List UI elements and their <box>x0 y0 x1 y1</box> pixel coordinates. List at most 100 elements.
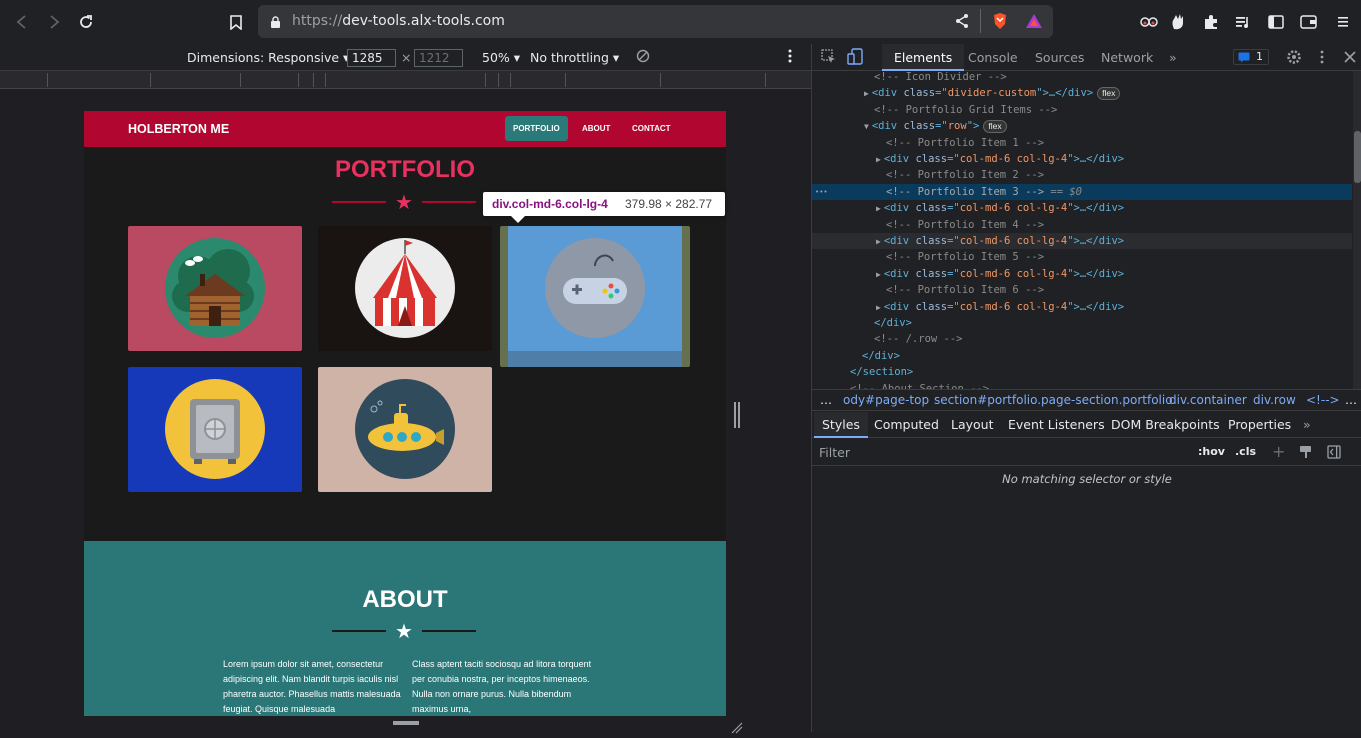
tab-layout[interactable]: Layout <box>951 417 994 432</box>
forward-arrow-icon[interactable] <box>38 6 70 38</box>
tab-console[interactable]: Console <box>968 50 1018 65</box>
dom-tree-line[interactable]: <!-- Portfolio Item 6 --> <box>812 282 1352 298</box>
dom-line-more-dots[interactable]: ••• <box>815 184 828 200</box>
breadcrumb-overflow[interactable]: … <box>1345 393 1357 407</box>
paint-icon[interactable] <box>1299 445 1313 462</box>
address-bar[interactable]: https://dev-tools.alx-tools.com <box>258 5 1053 38</box>
portfolio-item-safe[interactable] <box>128 367 302 492</box>
settings-gear-icon[interactable] <box>1286 49 1302 68</box>
dom-tree-scrollbar-thumb[interactable] <box>1354 131 1361 183</box>
breadcrumb: … ody#page-top section#portfolio.page-se… <box>812 389 1361 411</box>
back-arrow-icon[interactable] <box>6 6 38 38</box>
dom-tree-line[interactable]: </div> <box>812 348 1352 364</box>
tab-elements[interactable]: Elements <box>882 44 965 71</box>
expand-triangle-icon[interactable]: ▶ <box>876 204 881 213</box>
dom-tree-line[interactable]: <!-- Icon Divider --> <box>812 71 1352 85</box>
more-options-icon[interactable] <box>788 48 792 67</box>
breadcrumb-container[interactable]: div.container <box>1169 393 1247 407</box>
nav-portfolio-link[interactable]: PORTFOLIO <box>505 116 568 141</box>
expand-triangle-icon[interactable]: ▼ <box>864 122 869 131</box>
zoom-dropdown[interactable]: 50% ▾ <box>482 50 520 65</box>
dom-tree[interactable]: <!-- Icon Divider --> ▶ <div class="divide… <box>812 71 1361 389</box>
dom-tree-line[interactable]: </section> <box>812 364 1352 380</box>
brave-shield-icon[interactable] <box>992 12 1008 34</box>
brave-rewards-icon[interactable] <box>1025 13 1043 33</box>
dom-tree-line[interactable]: ▶ <div class="divider-custom">…</div> flex <box>812 85 1352 101</box>
dom-tree-line[interactable]: ▶ <div class="col-md-6 col-lg-4">…</div> <box>812 233 1352 249</box>
tab-computed[interactable]: Computed <box>874 417 939 432</box>
dom-tree-line[interactable]: ▶ <div class="col-md-6 col-lg-4">…</div> <box>812 266 1352 282</box>
expand-triangle-icon[interactable]: ▶ <box>876 237 881 246</box>
breadcrumb-ellipsis[interactable]: … <box>820 393 832 407</box>
expand-triangle-icon[interactable]: ▶ <box>876 303 881 312</box>
bottom-resize-handle[interactable] <box>393 721 419 725</box>
expand-triangle-icon[interactable]: ▶ <box>876 155 881 164</box>
tab-styles-more[interactable]: » <box>1303 417 1311 432</box>
site-brand[interactable]: HOLBERTON ME <box>128 122 229 136</box>
dom-tree-line[interactable]: <!-- Portfolio Item 5 --> <box>812 249 1352 265</box>
tab-sources[interactable]: Sources <box>1035 50 1084 65</box>
dom-tree-line[interactable]: </div> <box>812 315 1352 331</box>
hov-toggle[interactable]: :hov <box>1198 445 1225 458</box>
sidebar-icon[interactable] <box>1265 11 1287 33</box>
dom-tree-line[interactable]: <!-- Portfolio Item 1 --> <box>812 135 1352 151</box>
inspect-element-icon[interactable] <box>821 49 837 68</box>
width-input[interactable]: 1285 <box>347 49 396 67</box>
portfolio-item-game-highlighted[interactable] <box>500 226 690 367</box>
extension-icon[interactable] <box>1138 11 1160 33</box>
tab-network[interactable]: Network <box>1101 50 1153 65</box>
bookmark-icon[interactable] <box>220 6 252 38</box>
height-input[interactable]: 1212 <box>414 49 463 67</box>
dom-tree-scrollbar[interactable] <box>1353 71 1361 389</box>
rotate-icon[interactable] <box>636 49 650 66</box>
share-icon[interactable] <box>955 13 969 33</box>
cls-toggle[interactable]: .cls <box>1235 445 1256 458</box>
breadcrumb-body[interactable]: ody#page-top <box>843 393 929 407</box>
tab-event-listeners[interactable]: Event Listeners <box>1008 417 1105 432</box>
tab-dom-breakpoints[interactable]: DOM Breakpoints <box>1111 417 1220 432</box>
device-toggle-icon[interactable] <box>847 48 865 69</box>
flex-badge[interactable]: flex <box>983 120 1007 134</box>
dom-tree-line[interactable]: ▶ <div class="col-md-6 col-lg-4">…</div> <box>812 151 1352 167</box>
breadcrumb-section[interactable]: section#portfolio.page-section.portfolio <box>934 393 1173 407</box>
reload-icon[interactable] <box>70 6 102 38</box>
flex-badge[interactable]: flex <box>1097 87 1121 101</box>
tab-more[interactable]: » <box>1169 50 1177 65</box>
tab-styles[interactable]: Styles <box>814 412 868 438</box>
playlist-icon[interactable] <box>1232 11 1254 33</box>
styles-filter-input[interactable]: Filter <box>819 445 850 460</box>
issues-badge[interactable]: 1 <box>1233 49 1269 65</box>
corner-resize-handle[interactable] <box>731 719 743 734</box>
toggle-sidebar-icon[interactable] <box>1327 445 1341 462</box>
dom-tree-line[interactable]: <!-- Portfolio Grid Items --> <box>812 102 1352 118</box>
wallet-icon[interactable] <box>1298 11 1320 33</box>
breadcrumb-row[interactable]: div.row <box>1253 393 1296 407</box>
expand-triangle-icon[interactable]: ▶ <box>876 270 881 279</box>
portfolio-item-cabin[interactable] <box>128 226 302 351</box>
expand-triangle-icon[interactable]: ▶ <box>864 89 869 98</box>
right-resize-handle[interactable] <box>734 402 740 428</box>
dom-tree-line[interactable]: <!-- Portfolio Item 2 --> <box>812 167 1352 183</box>
devtools-menu-icon[interactable] <box>1320 50 1324 67</box>
dom-tree-line[interactable]: <!-- About Section --> <box>812 381 1352 389</box>
portfolio-item-circus[interactable] <box>318 226 492 351</box>
dom-tree-line[interactable]: <!-- /.row --> <box>812 331 1352 347</box>
dom-tree-line[interactable]: ▶ <div class="col-md-6 col-lg-4">…</div> <box>812 299 1352 315</box>
throttling-dropdown[interactable]: No throttling ▾ <box>530 50 619 65</box>
nav-about-link[interactable]: ABOUT <box>582 124 610 133</box>
puzzle-icon[interactable] <box>1200 11 1222 33</box>
breadcrumb-comment[interactable]: <!--> <box>1306 393 1340 407</box>
menu-icon[interactable] <box>1332 11 1354 33</box>
dom-tree-line[interactable]: ▶ <div class="col-md-6 col-lg-4">…</div> <box>812 200 1352 216</box>
dom-tree-line[interactable]: <!-- Portfolio Item 4 --> <box>812 217 1352 233</box>
dom-tree-line[interactable]: ••• <!-- Portfolio Item 3 --> == $0 <box>812 183 1352 200</box>
dimensions-dropdown[interactable]: Dimensions: Responsive ▾ <box>187 50 349 65</box>
portfolio-item-submarine[interactable] <box>318 367 492 492</box>
dom-tree-line[interactable]: ▼ <div class="row"> flex <box>812 118 1352 134</box>
close-devtools-icon[interactable] <box>1344 51 1356 66</box>
add-style-rule-icon[interactable]: + <box>1272 442 1285 461</box>
hand-extension-icon[interactable] <box>1167 11 1189 33</box>
nav-contact-link[interactable]: CONTACT <box>632 124 671 133</box>
media-query-ruler[interactable] <box>0 71 811 89</box>
tab-properties[interactable]: Properties <box>1228 417 1291 432</box>
